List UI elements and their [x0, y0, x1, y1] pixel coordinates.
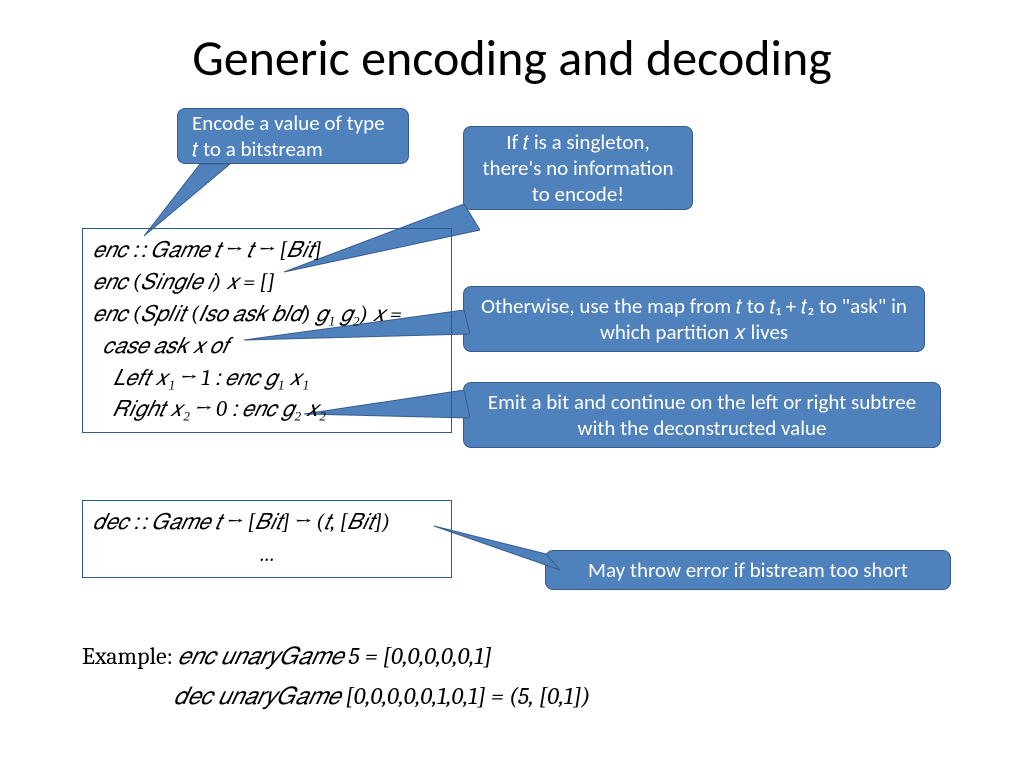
example-enc: 𝑒𝑛𝑐 𝑢𝑛𝑎𝑟𝑦𝐺𝑎𝑚𝑒 5 = [0,0,0,0,0,1]	[178, 642, 492, 670]
enc-left-branch: 𝐿𝑒𝑓𝑡 𝑥₁ → 1 ∶ 𝑒𝑛𝑐 𝑔₁ 𝑥₁	[93, 363, 441, 395]
enc-definition-box: 𝑒𝑛𝑐 ∷ 𝐺𝑎𝑚𝑒 𝑡 → 𝑡 → [𝐵𝑖𝑡] 𝑒𝑛𝑐 (𝑆𝑖𝑛𝑔𝑙𝑒 𝑖) …	[82, 228, 452, 433]
callout-encode-hint: Encode a value of type 𝑡 to a bitstream	[177, 108, 409, 164]
enc-case-of: 𝑐𝑎𝑠𝑒 𝑎𝑠𝑘 𝑥 𝑜𝑓	[93, 331, 441, 363]
callout-error-hint: May throw error if bistream too short	[545, 550, 951, 590]
enc-split-case: 𝑒𝑛𝑐 (𝑆𝑝𝑙𝑖𝑡 (𝐼𝑠𝑜 𝑎𝑠𝑘 𝑏𝑙𝑑) 𝑔₁ 𝑔₂) 𝑥 =	[93, 299, 441, 331]
callout-otherwise-hint: Otherwise, use the map from 𝑡 to 𝑡₁ + 𝑡₂…	[463, 286, 925, 352]
example-label: Example:	[82, 642, 173, 670]
dec-definition-box: 𝑑𝑒𝑐 ∷ 𝐺𝑎𝑚𝑒 𝑡 → [𝐵𝑖𝑡] → (𝑡, [𝐵𝑖𝑡]) …	[82, 500, 452, 578]
enc-single-case: 𝑒𝑛𝑐 (𝑆𝑖𝑛𝑔𝑙𝑒 𝑖) 𝑥 = []	[93, 267, 441, 299]
callout-singleton-hint: If 𝑡 is a singleton, there's no informat…	[463, 126, 693, 210]
example-line-2: 𝑑𝑒𝑐 𝑢𝑛𝑎𝑟𝑦𝐺𝑎𝑚𝑒 [0,0,0,0,0,1,0,1] = (5, [0…	[174, 682, 590, 710]
dec-signature: 𝑑𝑒𝑐 ∷ 𝐺𝑎𝑚𝑒 𝑡 → [𝐵𝑖𝑡] → (𝑡, [𝐵𝑖𝑡])	[93, 507, 441, 539]
enc-right-branch: 𝑅𝑖𝑔ℎ𝑡 𝑥₂ → 0 ∶ 𝑒𝑛𝑐 𝑔₂ 𝑥₂	[93, 394, 441, 426]
enc-signature: 𝑒𝑛𝑐 ∷ 𝐺𝑎𝑚𝑒 𝑡 → 𝑡 → [𝐵𝑖𝑡]	[93, 235, 441, 267]
slide-title: Generic encoding and decoding	[0, 28, 1024, 89]
dec-body: …	[93, 539, 441, 571]
example-line-1: Example: 𝑒𝑛𝑐 𝑢𝑛𝑎𝑟𝑦𝐺𝑎𝑚𝑒 5 = [0,0,0,0,0,1]	[82, 642, 492, 670]
callout-emit-hint: Emit a bit and continue on the left or r…	[463, 382, 941, 448]
